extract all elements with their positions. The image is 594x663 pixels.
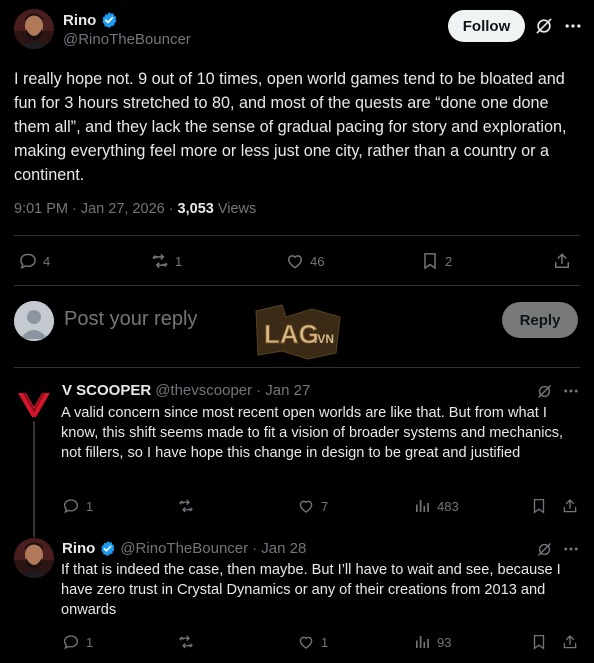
repost-icon [152,254,168,268]
like-count: 1 [321,634,329,650]
views-count: 483 [437,498,459,514]
more-options-icon[interactable] [562,15,584,37]
repost-count: 1 [175,253,183,269]
thread-line [33,421,35,537]
grok-icon[interactable] [533,15,555,37]
reply-header: V SCOOPER @thevscooper · Jan 27 [62,382,310,399]
like-count: 7 [321,498,329,514]
reply-action[interactable]: 1 [62,633,93,651]
views-label: Views [217,201,257,217]
more-options-icon[interactable] [561,540,581,558]
svg-text:.VN: .VN [314,332,334,346]
tweet-text: I really hope not. 9 out of 10 times, op… [14,70,567,184]
meta-separator: · [168,201,174,217]
bookmark-count: 2 [445,253,453,269]
reply-icon [63,635,79,650]
tweet-meta: 9:01 PM · Jan 27, 2026 · 3,053 Views [14,201,256,217]
views-icon [416,500,429,512]
reply-author-handle[interactable]: @thevscooper [155,382,252,399]
reply-text: A valid concern since most recent open w… [61,405,564,461]
share-action[interactable] [561,497,579,515]
repost-action[interactable]: 1 [150,248,182,274]
tweet-actions: 4 1 46 2 [14,248,580,274]
reply-header: Rino @RinoTheBouncer · Jan 28 [62,540,306,557]
verified-badge-icon [99,540,116,557]
reply-button[interactable]: Reply [502,302,578,338]
reply-count: 1 [86,498,94,514]
follow-button[interactable]: Follow [448,10,525,42]
repost-icon [179,499,193,513]
bookmark-action[interactable]: 2 [420,248,452,274]
heart-icon [299,500,313,513]
divider [14,235,580,236]
views-action[interactable]: 483 [413,497,459,515]
like-action[interactable]: 1 [297,633,328,651]
heart-icon [287,255,303,269]
divider [14,367,580,368]
grok-icon[interactable] [535,540,553,558]
meta-separator: · [72,201,77,217]
reply-date[interactable]: · Jan 27 [256,382,310,399]
views-icon [416,636,429,648]
author-avatar[interactable] [14,9,54,49]
author-avatar[interactable] [14,538,54,578]
reply-icon [20,253,36,270]
tweet-time[interactable]: 9:01 PM [14,201,68,217]
reply-count: 4 [43,253,51,269]
bookmark-action[interactable] [530,497,548,515]
views-count: 93 [437,634,452,650]
author-name[interactable]: Rino [63,12,96,29]
share-action[interactable] [552,248,572,274]
views-action[interactable]: 93 [413,633,451,651]
reply-action[interactable]: 1 [62,497,93,515]
more-options-icon[interactable] [561,382,581,400]
share-icon [563,499,577,513]
lagvn-watermark-logo: LAG .VN [252,303,344,361]
vscooper-avatar[interactable] [14,381,54,421]
divider [14,285,580,286]
reply-author-name[interactable]: Rino [62,540,95,557]
reply-author-name[interactable]: V SCOOPER [62,382,151,399]
bookmark-icon [533,634,545,650]
reply-count: 1 [86,634,94,650]
user-avatar [14,301,54,341]
reply-icon [63,499,79,514]
author-name-row: Rino [63,11,118,29]
bookmark-icon [424,253,436,270]
repost-icon [179,635,193,649]
reply-text: If that is indeed the case, then maybe. … [61,562,561,618]
views-count: 3,053 [177,201,214,217]
heart-icon [299,636,313,649]
like-action[interactable]: 7 [297,497,328,515]
share-action[interactable] [561,633,579,651]
like-action[interactable]: 46 [285,248,324,274]
verified-badge-icon [100,11,118,29]
share-icon [563,635,577,649]
share-icon [555,253,569,268]
bookmark-icon [533,498,545,514]
grok-icon[interactable] [535,382,553,400]
reply-date[interactable]: · Jan 28 [252,540,306,557]
like-count: 46 [310,253,325,269]
author-handle[interactable]: @RinoTheBouncer [63,31,191,48]
reply-author-handle[interactable]: @RinoTheBouncer [120,540,248,557]
repost-action[interactable] [177,633,201,651]
tweet-date[interactable]: Jan 27, 2026 [81,201,165,217]
repost-action[interactable] [177,497,201,515]
reply-action[interactable]: 4 [18,248,50,274]
svg-text:LAG: LAG [264,319,319,349]
bookmark-action[interactable] [530,633,548,651]
